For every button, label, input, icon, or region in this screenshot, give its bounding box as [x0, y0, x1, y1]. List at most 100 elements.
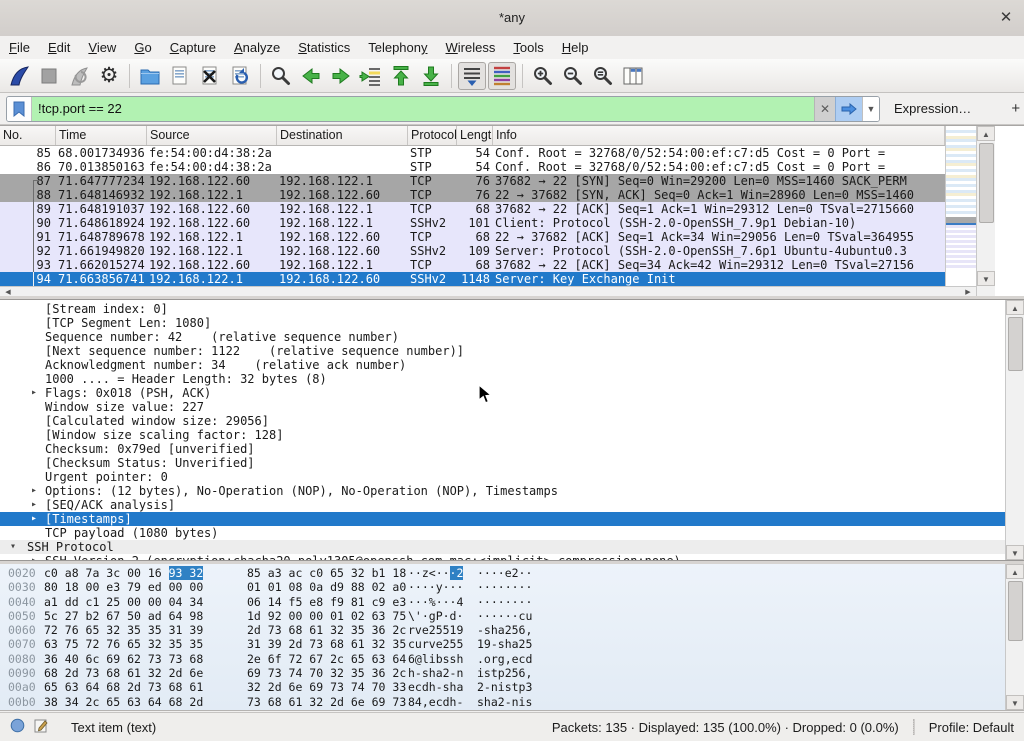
packet-row-93[interactable]: 9371.662015274192.168.122.60192.168.122.… [0, 258, 945, 272]
profile-status[interactable]: Profile: Default [929, 720, 1014, 735]
hex-bytes[interactable]: 1d 92 00 00 01 02 63 75 [247, 609, 406, 623]
detail-row[interactable]: 1000 .... = Header Length: 32 bytes (8) [0, 372, 1005, 386]
packet-row-85[interactable]: 8568.001734936fe:54:00:d4:38:2aSTP54Conf… [0, 146, 945, 160]
hex-ascii[interactable]: 2-nistp3 [477, 680, 532, 694]
hex-ascii[interactable]: -sha256, [477, 623, 532, 637]
hex-offset[interactable]: 0060 [8, 623, 36, 637]
hex-bytes[interactable]: 31 39 2d 73 68 61 32 35 [247, 637, 406, 651]
expand-icon[interactable]: ▸ [31, 386, 37, 400]
detail-row[interactable]: ▸Options: (12 bytes), No-Operation (NOP)… [0, 484, 1005, 498]
collapse-icon[interactable]: ▾ [10, 540, 16, 554]
detail-row[interactable]: [Window size scaling factor: 128] [0, 428, 1005, 442]
hex-offset[interactable]: 00a0 [8, 680, 36, 694]
scroll-up-icon[interactable]: ▲ [1006, 300, 1024, 315]
go-last-icon[interactable] [417, 62, 445, 90]
menu-telephony[interactable]: Telephony [359, 38, 436, 57]
restart-capture-icon[interactable] [65, 62, 93, 90]
hex-ascii[interactable]: 84,ecdh- [408, 695, 463, 709]
hex-bytes[interactable]: 32 2d 6e 69 73 74 70 33 [247, 680, 406, 694]
expression-button[interactable]: Expression… [894, 101, 971, 116]
scrollbar-thumb[interactable] [1008, 581, 1023, 641]
reload-file-icon[interactable] [226, 62, 254, 90]
hex-bytes[interactable]: 36 40 6c 69 62 73 73 68 [44, 652, 203, 666]
hex-ascii[interactable]: curve255 [408, 637, 463, 651]
detail-row[interactable]: [TCP Segment Len: 1080] [0, 316, 1005, 330]
scrollbar-thumb[interactable] [979, 143, 994, 223]
add-filter-button[interactable]: + [1011, 100, 1020, 117]
zoom-in-icon[interactable] [529, 62, 557, 90]
detail-row[interactable]: ▸[Timestamps] [0, 512, 1005, 526]
hex-ascii[interactable]: h-sha2-n [408, 666, 463, 680]
packet-row-88[interactable]: 8871.648146932192.168.122.1192.168.122.6… [0, 188, 945, 202]
filter-dropdown-icon[interactable]: ▼ [862, 97, 879, 121]
hex-ascii[interactable]: ········ [477, 595, 532, 609]
detail-row[interactable]: ▸Flags: 0x018 (PSH, ACK) [0, 386, 1005, 400]
detail-row[interactable]: Acknowledgment number: 34 (relative ack … [0, 358, 1005, 372]
hex-offset[interactable]: 0070 [8, 637, 36, 651]
packet-row-92[interactable]: 9271.661949820192.168.122.1192.168.122.6… [0, 244, 945, 258]
hex-ascii[interactable]: .org,ecd [477, 652, 532, 666]
hex-offset[interactable]: 0040 [8, 595, 36, 609]
hex-bytes[interactable]: 80 18 00 e3 79 ed 00 00 [44, 580, 203, 594]
expand-icon[interactable]: ▸ [31, 498, 37, 512]
hex-offset[interactable]: 00b0 [8, 695, 36, 709]
scroll-up-icon[interactable]: ▲ [1006, 564, 1024, 579]
expert-info-icon[interactable] [10, 718, 25, 736]
detail-row[interactable]: [Stream index: 0] [0, 302, 1005, 316]
hex-ascii[interactable]: sha2-nis [477, 695, 532, 709]
packet-row-86[interactable]: 8670.013850163fe:54:00:d4:38:2aSTP54Conf… [0, 160, 945, 174]
filter-clear-icon[interactable]: ✕ [814, 97, 835, 121]
display-filter-box[interactable]: !tcp.port == 22 ✕ ▼ [6, 96, 880, 122]
filter-apply-icon[interactable] [835, 97, 862, 121]
stop-capture-icon[interactable] [35, 62, 63, 90]
menu-view[interactable]: View [79, 38, 125, 57]
hex-ascii[interactable]: istp256, [477, 666, 532, 680]
detail-row[interactable]: [Calculated window size: 29056] [0, 414, 1005, 428]
hex-bytes[interactable]: 2e 6f 72 67 2c 65 63 64 [247, 652, 406, 666]
go-back-icon[interactable] [297, 62, 325, 90]
find-packet-icon[interactable] [267, 62, 295, 90]
open-file-icon[interactable] [136, 62, 164, 90]
details-vscrollbar[interactable]: ▲ ▼ [1005, 300, 1024, 560]
hex-ascii[interactable]: ···%···4 [408, 595, 463, 609]
scroll-down-icon[interactable]: ▼ [1006, 695, 1024, 710]
column-header-protocol[interactable]: Protocol [408, 126, 457, 145]
packet-list-minimap[interactable] [945, 126, 976, 286]
menu-tools[interactable]: Tools [504, 38, 552, 57]
display-filter-input[interactable]: !tcp.port == 22 [32, 97, 814, 121]
go-forward-icon[interactable] [327, 62, 355, 90]
hex-bytes[interactable]: 63 75 72 76 65 32 35 35 [44, 637, 203, 651]
bytes-vscrollbar[interactable]: ▲ ▼ [1005, 564, 1024, 710]
hex-ascii[interactable]: ······cu [477, 609, 532, 623]
wireshark-fin-start-icon[interactable] [5, 62, 33, 90]
hex-bytes[interactable]: 65 63 64 68 2d 73 68 61 [44, 680, 203, 694]
packet-row-91[interactable]: 9171.648789678192.168.122.1192.168.122.6… [0, 230, 945, 244]
save-file-icon[interactable] [166, 62, 194, 90]
menu-go[interactable]: Go [125, 38, 160, 57]
hex-ascii[interactable]: 6@libssh [408, 652, 463, 666]
packet-row-90[interactable]: 9071.648618924192.168.122.60192.168.122.… [0, 216, 945, 230]
hex-dump[interactable]: 0020c0 a8 7a 3c 00 16 93 3285 a3 ac c0 6… [0, 566, 1005, 709]
hex-ascii[interactable]: ····y··· [408, 580, 463, 594]
filter-bookmark-icon[interactable] [7, 97, 32, 121]
hex-bytes[interactable]: 73 68 61 32 2d 6e 69 73 [247, 695, 406, 709]
menu-help[interactable]: Help [553, 38, 598, 57]
detail-row[interactable]: ▸SSH Version 2 (encryption:chacha20-poly… [0, 554, 1005, 561]
hex-offset[interactable]: 0090 [8, 666, 36, 680]
hex-bytes[interactable]: 68 2d 73 68 61 32 2d 6e [44, 666, 203, 680]
go-first-icon[interactable] [387, 62, 415, 90]
hex-bytes[interactable]: c0 a8 7a 3c 00 16 93 32 [44, 566, 203, 580]
menu-statistics[interactable]: Statistics [289, 38, 359, 57]
hex-offset[interactable]: 0020 [8, 566, 36, 580]
hex-offset[interactable]: 0050 [8, 609, 36, 623]
hex-bytes[interactable]: 5c 27 b2 67 50 ad 64 98 [44, 609, 203, 623]
detail-row[interactable]: [Next sequence number: 1122 (relative se… [0, 344, 1005, 358]
column-header-source[interactable]: Source [147, 126, 277, 145]
hex-bytes[interactable]: 01 01 08 0a d9 88 02 a0 [247, 580, 406, 594]
detail-row[interactable]: Window size value: 227 [0, 400, 1005, 414]
hex-offset[interactable]: 0080 [8, 652, 36, 666]
packet-row-87[interactable]: 8771.647777234192.168.122.60192.168.122.… [0, 174, 945, 188]
hex-bytes[interactable]: 2d 73 68 61 32 35 36 2c [247, 623, 406, 637]
packet-row-89[interactable]: 8971.648191037192.168.122.60192.168.122.… [0, 202, 945, 216]
hex-bytes[interactable]: 69 73 74 70 32 35 36 2c [247, 666, 406, 680]
